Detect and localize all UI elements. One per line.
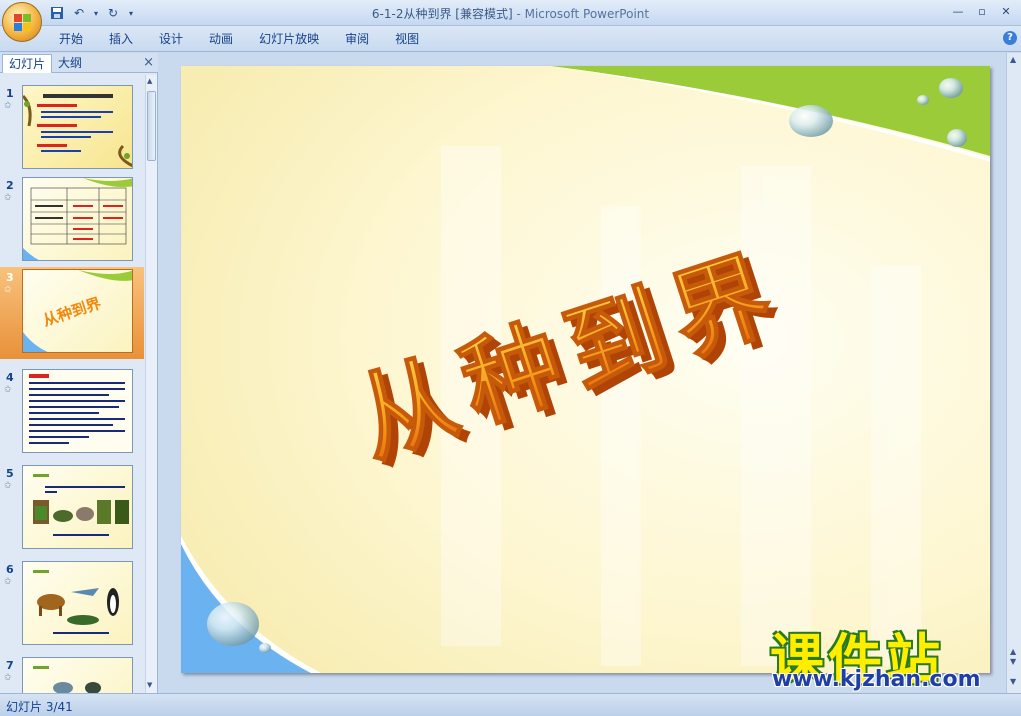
slide-thumbnail[interactable]: 6 ✩ xyxy=(0,559,144,651)
svg-text:从种到界: 从种到界 xyxy=(41,294,104,330)
previous-slide-icon[interactable]: ▲ xyxy=(1010,647,1016,656)
window-controls: — ▫ ✕ xyxy=(947,2,1017,20)
slide-thumbnail[interactable]: 4 ✩ xyxy=(0,367,144,459)
watermark-url: www.kjzhan.com xyxy=(772,667,981,692)
transition-icon: ✩ xyxy=(4,193,12,203)
tab-insert[interactable]: 插入 xyxy=(96,31,146,49)
slides-pane: 幻灯片 大纲 × 1 ✩ 2 ✩ 3 ✩ 从种到界 4 ✩ 5 ✩ 6 ✩ 7 … xyxy=(0,53,158,693)
slide-preview xyxy=(22,561,133,645)
transition-icon: ✩ xyxy=(4,285,12,295)
next-slide-icon[interactable]: ▼ xyxy=(1010,657,1016,666)
transition-icon: ✩ xyxy=(4,577,12,587)
tab-home[interactable]: 开始 xyxy=(46,31,96,49)
slide-preview: 从种到界 xyxy=(22,269,133,353)
document-title: 6-1-2从种到界 [兼容模式] xyxy=(371,7,513,21)
tab-animations[interactable]: 动画 xyxy=(196,31,246,49)
slide-thumbnail[interactable]: 7 ✩ xyxy=(0,655,144,693)
tab-design[interactable]: 设计 xyxy=(146,31,196,49)
slide-number: 1 xyxy=(6,87,14,100)
scroll-down-icon[interactable]: ▼ xyxy=(1010,677,1016,686)
site-watermark: 课件站 www.kjzhan.com xyxy=(770,615,1002,695)
slide-thumbnail[interactable]: 1 ✩ xyxy=(0,83,144,175)
tab-outline[interactable]: 大纲 xyxy=(52,54,88,73)
slide-preview xyxy=(22,657,133,693)
scrollbar-thumb[interactable] xyxy=(147,91,156,161)
ribbon: 开始 插入 设计 动画 幻灯片放映 审阅 视图 ? xyxy=(0,26,1021,52)
slide-number: 5 xyxy=(6,467,14,480)
transition-icon: ✩ xyxy=(4,673,12,683)
slide-canvas[interactable]: 从种到界 从种到界 xyxy=(181,66,990,673)
scroll-up-icon[interactable]: ▲ xyxy=(1010,55,1016,64)
slide-number: 2 xyxy=(6,179,14,192)
slide-preview xyxy=(22,465,133,549)
slide-number: 6 xyxy=(6,563,14,576)
slide-counter: 幻灯片 3/41 xyxy=(6,700,73,714)
restore-button[interactable]: ▫ xyxy=(971,2,993,20)
transition-icon: ✩ xyxy=(4,385,12,395)
office-button[interactable] xyxy=(2,2,42,42)
close-pane-icon[interactable]: × xyxy=(143,55,154,70)
slide-preview xyxy=(22,177,133,261)
slide-thumbnails: 1 ✩ 2 ✩ 3 ✩ 从种到界 4 ✩ 5 ✩ 6 ✩ 7 ✩ xyxy=(0,75,144,693)
transition-icon: ✩ xyxy=(4,481,12,491)
slide-thumbnail[interactable]: 2 ✩ xyxy=(0,175,144,267)
status-bar: 幻灯片 3/41 xyxy=(0,693,1021,716)
editor-scrollbar[interactable]: ▲ ▲ ▼ ▼ xyxy=(1006,53,1021,693)
slide-preview xyxy=(22,369,133,453)
slide-number: 3 xyxy=(6,271,14,284)
minimize-button[interactable]: — xyxy=(947,2,969,20)
title-bar: ↶ ▾ ↻ ▾ 6-1-2从种到界 [兼容模式] - Microsoft Pow… xyxy=(0,0,1021,42)
slide-number: 7 xyxy=(6,659,14,672)
tab-review[interactable]: 审阅 xyxy=(332,31,382,49)
close-button[interactable]: ✕ xyxy=(995,2,1017,20)
scroll-down-icon[interactable]: ▼ xyxy=(147,681,152,689)
slide-thumbnail[interactable]: 5 ✩ xyxy=(0,463,144,555)
window-title: 6-1-2从种到界 [兼容模式] - Microsoft PowerPoint xyxy=(0,5,1021,22)
office-logo-icon xyxy=(14,14,32,32)
app-name: - Microsoft PowerPoint xyxy=(512,7,650,21)
tab-view[interactable]: 视图 xyxy=(382,31,432,49)
slide-number: 4 xyxy=(6,371,14,384)
tab-slideshow[interactable]: 幻灯片放映 xyxy=(246,31,332,49)
pane-tabs: 幻灯片 大纲 × xyxy=(0,53,158,73)
slide-thumbnail-active[interactable]: 3 ✩ 从种到界 xyxy=(0,267,144,359)
transition-icon: ✩ xyxy=(4,101,12,111)
ribbon-tabs: 开始 插入 设计 动画 幻灯片放映 审阅 视图 xyxy=(46,31,432,49)
thumbnails-scrollbar[interactable]: ▲ ▼ xyxy=(145,75,157,693)
scroll-up-icon[interactable]: ▲ xyxy=(147,77,152,85)
help-icon[interactable]: ? xyxy=(1003,31,1017,45)
tab-slides[interactable]: 幻灯片 xyxy=(2,54,53,73)
slide-preview xyxy=(22,85,133,169)
